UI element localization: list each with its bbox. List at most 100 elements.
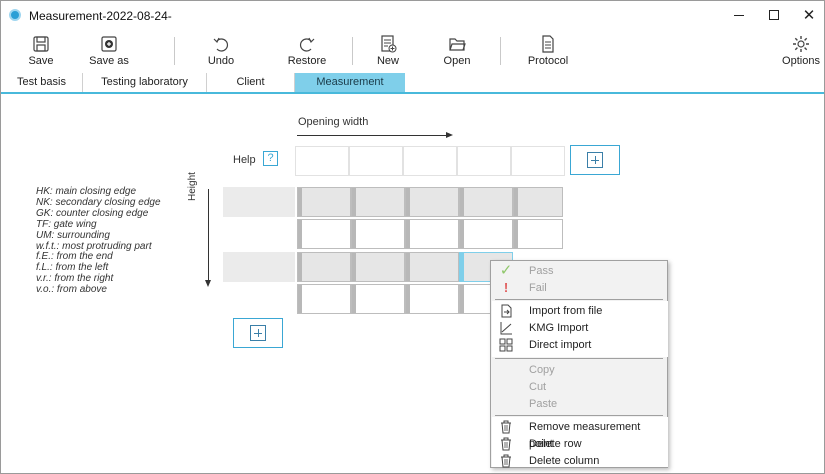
save-as-icon — [101, 36, 117, 52]
undo-icon — [213, 37, 228, 52]
measurement-cell[interactable] — [297, 219, 351, 249]
plus-icon — [587, 152, 603, 168]
measurement-cell[interactable] — [459, 187, 513, 217]
toolbar-separator — [352, 37, 353, 65]
new-label: New — [376, 55, 399, 67]
menu-item-label: Fail — [529, 282, 547, 294]
row-band — [223, 252, 295, 282]
close-button[interactable]: ✕ — [794, 3, 824, 27]
menu-item-paste[interactable]: Paste — [491, 396, 667, 413]
tab-testing-laboratory[interactable]: Testing laboratory — [83, 73, 207, 92]
folder-icon — [449, 38, 466, 51]
column-header-cell[interactable] — [457, 146, 511, 176]
menu-item-cut[interactable]: Cut — [491, 379, 667, 396]
file-import-icon — [501, 304, 512, 318]
column-header-cell[interactable] — [295, 146, 349, 176]
new-document-icon — [381, 35, 397, 53]
legend-line: v.o.: from above — [36, 284, 107, 296]
options-button[interactable]: Options — [779, 31, 823, 71]
trash-icon — [501, 420, 511, 434]
measurement-cell[interactable] — [297, 252, 351, 282]
menu-item-direct-import[interactable]: Direct import — [491, 337, 667, 354]
measurement-cell[interactable] — [351, 252, 405, 282]
measurement-cell[interactable] — [513, 187, 563, 217]
measurement-cell[interactable] — [405, 187, 459, 217]
measurement-cell[interactable] — [297, 187, 351, 217]
height-label: Height — [187, 172, 198, 201]
new-button[interactable]: New — [368, 31, 408, 71]
context-menu: ✓ Pass ! Fail Import from file KMG Impor… — [490, 260, 668, 468]
measurement-cell[interactable] — [405, 252, 459, 282]
save-button[interactable]: Save — [21, 31, 61, 71]
tab-bar: Test basis Testing laboratory Client Mea… — [1, 73, 824, 94]
help-label: Help — [233, 154, 256, 166]
undo-button[interactable]: Undo — [201, 31, 241, 71]
toolbar: Save Save as Undo Restore New Open Proto… — [1, 31, 824, 71]
menu-separator — [495, 299, 663, 300]
menu-item-kmg-import[interactable]: KMG Import — [491, 320, 667, 337]
measurement-cell[interactable] — [297, 284, 351, 314]
legend-line: TF: gate wing — [36, 218, 97, 230]
redo-icon — [300, 37, 315, 52]
measurement-cell[interactable] — [351, 187, 405, 217]
trash-icon — [501, 454, 511, 468]
menu-item-label: Import from file — [529, 305, 603, 317]
measurement-cell[interactable] — [405, 219, 459, 249]
restore-button[interactable]: Restore — [284, 31, 330, 71]
column-header-cell[interactable] — [511, 146, 565, 176]
measurement-cell[interactable] — [351, 284, 405, 314]
menu-item-copy[interactable]: Copy — [491, 362, 667, 379]
measurement-cell[interactable] — [459, 219, 513, 249]
title-bar: Measurement-2022-08-24- ✕ — [1, 1, 824, 31]
question-icon: ? — [267, 152, 274, 164]
add-row-button[interactable] — [233, 318, 283, 348]
open-label: Open — [443, 55, 471, 67]
measurement-cell[interactable] — [405, 284, 459, 314]
abbreviation-legend: HK: main closing edge NK: secondary clos… — [36, 186, 161, 296]
tab-test-basis[interactable]: Test basis — [1, 73, 83, 92]
save-as-button[interactable]: Save as — [81, 31, 137, 71]
menu-item-label: KMG Import — [529, 322, 589, 334]
column-header-cell[interactable] — [349, 146, 403, 176]
help-button[interactable]: ? — [263, 151, 278, 166]
menu-item-label: Pass — [529, 265, 554, 277]
menu-item-delete-column[interactable]: Delete column — [491, 453, 667, 470]
close-icon: ✕ — [802, 7, 816, 24]
menu-item-label: Delete column — [529, 455, 600, 467]
app-window: Measurement-2022-08-24- ✕ Save Save as U… — [0, 0, 825, 474]
menu-item-label: Cut — [529, 381, 547, 393]
chart-line-icon — [500, 322, 512, 335]
measurement-cell[interactable] — [513, 219, 563, 249]
options-label: Options — [782, 55, 820, 67]
protocol-document-icon — [542, 35, 554, 53]
menu-item-delete-row[interactable]: Delete row — [491, 436, 667, 453]
add-column-button[interactable] — [570, 145, 620, 175]
grid-import-icon — [499, 338, 513, 352]
plus-icon — [250, 325, 266, 341]
measurement-cell[interactable] — [351, 219, 405, 249]
undo-label: Undo — [207, 55, 235, 67]
menu-item-label: Direct import — [529, 339, 592, 351]
menu-item-import-from-file[interactable]: Import from file — [491, 303, 667, 320]
restore-label: Restore — [287, 55, 327, 67]
minimize-icon — [734, 14, 744, 16]
save-icon — [33, 36, 49, 52]
row-band — [223, 187, 295, 217]
tab-measurement[interactable]: Measurement — [295, 73, 405, 92]
toolbar-separator — [174, 37, 175, 65]
menu-item-fail[interactable]: ! Fail — [491, 280, 667, 297]
opening-width-arrow — [297, 132, 453, 138]
toolbar-separator — [500, 37, 501, 65]
menu-separator — [495, 415, 663, 416]
protocol-button[interactable]: Protocol — [523, 31, 573, 71]
maximize-button[interactable] — [759, 3, 789, 27]
menu-item-pass[interactable]: ✓ Pass — [491, 263, 667, 280]
open-button[interactable]: Open — [437, 31, 477, 71]
menu-item-remove-point[interactable]: Remove measurement point — [491, 419, 667, 450]
column-header-cell[interactable] — [403, 146, 457, 176]
save-as-label: Save as — [89, 55, 129, 67]
minimize-button[interactable] — [724, 3, 754, 27]
tab-client[interactable]: Client — [207, 73, 295, 92]
gear-icon — [793, 36, 809, 52]
maximize-icon — [769, 10, 779, 20]
